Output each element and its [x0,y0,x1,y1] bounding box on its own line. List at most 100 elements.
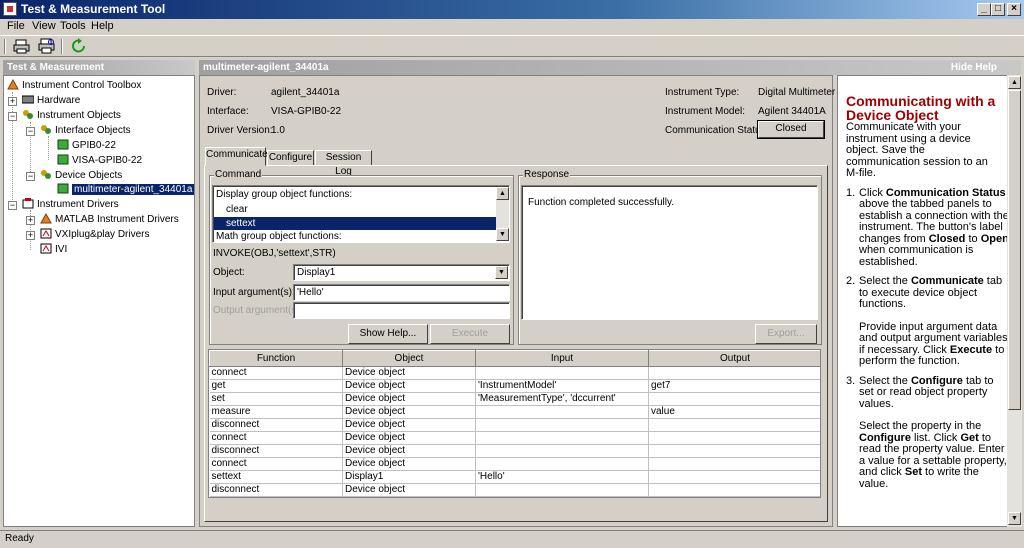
table-cell[interactable]: 'MeasurementType', 'dccurrent' [475,392,649,406]
execute-button[interactable]: Execute [430,324,510,344]
table-cell[interactable]: Device object [342,444,476,458]
menu-file[interactable]: File [7,20,25,32]
column-header-object[interactable]: Object [342,350,476,367]
table-cell[interactable] [648,366,820,380]
scroll-up-icon[interactable]: ▲ [1008,76,1021,89]
print-preview-icon[interactable] [38,38,56,55]
output-argument-field[interactable] [293,302,510,319]
tab-session-log[interactable]: Session Log [315,150,372,177]
table-cell[interactable]: value [648,405,820,419]
scroll-up-icon[interactable]: ▲ [496,187,509,200]
table-cell[interactable]: get [209,379,343,393]
table-row[interactable]: disconnect Device object [209,483,820,497]
tree-root[interactable]: Instrument Control Toolbox [7,78,141,93]
instrument-drivers-expander[interactable]: − [8,201,17,210]
close-button[interactable]: × [1007,3,1021,16]
table-cell[interactable] [648,431,820,445]
scroll-down-icon[interactable]: ▼ [496,228,509,241]
table-cell[interactable]: disconnect [209,444,343,458]
table-cell[interactable]: disconnect [209,418,343,432]
table-cell[interactable] [648,444,820,458]
column-header-output[interactable]: Output [648,350,820,367]
table-cell[interactable]: set [209,392,343,406]
tree-interface-objects[interactable]: Interface Objects [40,124,131,138]
tree-vxi-drivers[interactable]: VXIplug&play Drivers [40,228,149,242]
table-row[interactable]: connect Device object [209,457,820,471]
refresh-icon[interactable] [70,38,88,55]
vxi-drivers-expander[interactable]: + [26,231,35,240]
column-header-input[interactable]: Input [475,350,649,367]
scroll-down-icon[interactable]: ▼ [1008,512,1021,525]
menu-help[interactable]: Help [91,20,114,32]
print-icon[interactable] [13,38,31,55]
table-cell[interactable] [475,431,649,445]
table-cell[interactable] [475,418,649,432]
table-row[interactable]: set Device object 'MeasurementType', 'dccu… [209,392,820,406]
function-list[interactable]: Display group object functions: clear se… [212,185,510,243]
tree-visa[interactable]: VISA-GPIB0-22 [57,154,142,168]
tree-device-selected[interactable]: multimeter-agilent_34401a [57,183,195,197]
table-cell[interactable]: Device object [342,405,476,419]
function-list-item-selected[interactable]: settext [214,217,496,230]
device-objects-expander[interactable]: − [26,172,35,181]
tree-hardware[interactable]: Hardware [21,94,80,108]
export-button[interactable]: Export... [755,324,817,344]
tree-matlab-drivers[interactable]: MATLAB Instrument Drivers [40,212,179,227]
chevron-down-icon[interactable]: ▼ [495,266,508,279]
matlab-drivers-expander[interactable]: + [26,216,35,225]
table-cell[interactable]: Device object [342,366,476,380]
function-list-item[interactable]: clear [226,203,248,217]
table-cell[interactable] [648,392,820,406]
object-select[interactable]: Display1 ▼ [293,264,510,281]
table-row[interactable]: disconnect Device object [209,418,820,432]
help-scrollbar[interactable]: ▲ ▼ [1007,75,1022,527]
tree-gpib[interactable]: GPIB0-22 [57,139,116,153]
table-cell[interactable]: Device object [342,392,476,406]
tab-communicate[interactable]: Communicate [205,147,268,166]
table-cell[interactable]: 'Hello' [475,470,649,484]
table-cell[interactable] [648,470,820,484]
table-cell[interactable]: measure [209,405,343,419]
table-cell[interactable]: settext [209,470,343,484]
table-cell[interactable]: Device object [342,483,476,497]
table-cell[interactable] [648,418,820,432]
table-row[interactable]: measure Device object value [209,405,820,419]
menu-view[interactable]: View [32,20,56,32]
column-header-function[interactable]: Function [209,350,343,367]
table-cell[interactable] [475,405,649,419]
table-row[interactable]: get Device object 'InstrumentModel' get7 [209,379,820,393]
input-argument-field[interactable]: 'Hello' [293,284,510,301]
tree-device-objects[interactable]: Device Objects [40,169,122,183]
table-cell[interactable]: connect [209,431,343,445]
table-cell[interactable]: Device object [342,379,476,393]
table-row[interactable]: settext Display1 'Hello' [209,470,820,484]
table-cell[interactable]: Device object [342,457,476,471]
minimize-button[interactable]: _ [977,3,991,16]
table-cell[interactable] [475,366,649,380]
tree-instrument-drivers[interactable]: Instrument Drivers [22,198,119,212]
table-cell[interactable]: Device object [342,418,476,432]
table-row[interactable]: connect Device object [209,366,820,380]
table-row[interactable]: connect Device object [209,431,820,445]
table-cell[interactable] [475,483,649,497]
scroll-thumb[interactable] [1008,90,1021,410]
table-cell[interactable] [648,483,820,497]
interface-objects-expander[interactable]: − [26,127,35,136]
table-cell[interactable]: connect [209,457,343,471]
table-cell[interactable]: disconnect [209,483,343,497]
table-cell[interactable]: Display1 [342,470,476,484]
table-cell[interactable]: get7 [648,379,820,393]
table-row[interactable]: disconnect Device object [209,444,820,458]
menu-tools[interactable]: Tools [60,20,86,32]
show-help-button[interactable]: Show Help... [348,324,428,344]
table-cell[interactable] [648,457,820,471]
table-cell[interactable]: connect [209,366,343,380]
hardware-expander[interactable]: + [8,97,17,106]
table-cell[interactable]: Device object [342,431,476,445]
tree-ivi[interactable]: IVI [40,243,67,257]
communication-status-button[interactable]: Closed [757,120,825,139]
instrument-objects-expander[interactable]: − [8,112,17,121]
tree-instrument-objects[interactable]: Instrument Objects [22,109,121,123]
table-cell[interactable]: 'InstrumentModel' [475,379,649,393]
maximize-button[interactable]: □ [991,3,1005,16]
